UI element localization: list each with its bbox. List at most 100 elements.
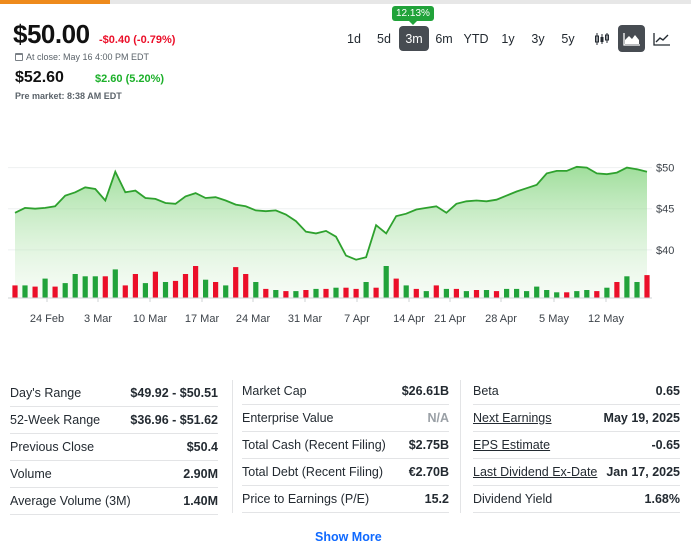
volume-bar	[634, 282, 640, 298]
stat-label: Total Debt (Recent Filing)	[242, 465, 384, 479]
volume-bar	[203, 279, 209, 298]
stat-row-total-debt-recent-filing: Total Debt (Recent Filing) €2.70B	[242, 459, 449, 486]
stat-label[interactable]: EPS Estimate	[473, 438, 550, 452]
range-button-3m[interactable]: 3m	[399, 26, 429, 51]
volume-bar	[373, 287, 379, 298]
close-info-text: At close: May 16 4:00 PM EDT	[26, 52, 150, 62]
volume-bar	[604, 287, 610, 298]
stat-label: Dividend Yield	[473, 492, 553, 506]
volume-bar	[162, 282, 169, 298]
stat-value: -0.65	[651, 438, 681, 452]
volume-bar	[433, 285, 439, 298]
stat-value: May 19, 2025	[603, 411, 680, 425]
volume-bar	[92, 276, 98, 298]
stat-label: 52-Week Range	[10, 413, 101, 427]
stat-label[interactable]: Next Earnings	[473, 411, 552, 425]
stat-value: 2.90M	[183, 467, 218, 481]
stat-label: Average Volume (3M)	[10, 494, 131, 508]
volume-bar	[554, 292, 560, 298]
stat-label[interactable]: Last Dividend Ex-Date	[473, 465, 597, 479]
volume-bar	[293, 291, 299, 298]
volume-bar	[273, 290, 279, 298]
stat-row-market-cap: Market Cap $26.61B	[242, 378, 449, 405]
mountain-chart-button[interactable]	[618, 25, 645, 52]
show-more-button[interactable]: Show More	[315, 530, 382, 544]
volume-bar	[524, 291, 530, 298]
range-selector: 1d 5d 3m 6m YTD 1y 3y 5y	[339, 25, 583, 52]
range-button-1y[interactable]: 1y	[493, 26, 523, 51]
price-chart[interactable]: 24 Feb 3 Mar 10 Mar 17 Mar 24 Mar 31 Mar 7 Apr…	[0, 108, 691, 333]
top-accent-bar	[0, 0, 110, 4]
range-button-6m[interactable]: 6m	[429, 26, 459, 51]
premarket-price: $52.60	[15, 69, 64, 86]
volume-bar	[383, 266, 389, 298]
x-tick-label: 3 Mar	[84, 313, 112, 325]
range-button-3y[interactable]: 3y	[523, 26, 553, 51]
volume-bar	[493, 291, 500, 298]
x-tick-label: 24 Mar	[236, 313, 271, 325]
x-tick-label: 17 Mar	[185, 313, 220, 325]
range-button-1d[interactable]: 1d	[339, 26, 369, 51]
stat-label: Price to Earnings (P/E)	[242, 492, 370, 506]
stat-label: Total Cash (Recent Filing)	[242, 438, 386, 452]
stat-row-enterprise-value: Enterprise Value N/A	[242, 405, 449, 432]
y-tick-label: $40	[656, 245, 674, 257]
volume-bar	[263, 288, 269, 298]
candlestick-chart-button[interactable]	[588, 25, 615, 52]
stat-row-next-earnings: Next Earnings May 19, 2025	[473, 405, 680, 432]
volume-bar	[644, 275, 650, 298]
current-price: $50.00	[13, 19, 90, 49]
volume-bar	[223, 285, 229, 298]
volume-bar	[102, 276, 108, 298]
volume-bar	[534, 286, 540, 298]
calendar-icon	[15, 53, 23, 61]
volume-bar	[112, 269, 118, 298]
stat-label: Beta	[473, 384, 499, 398]
stat-row-52-week-range: 52-Week Range $36.96 - $51.62	[10, 407, 218, 434]
volume-bar	[52, 286, 58, 298]
stat-row-eps-estimate: EPS Estimate -0.65	[473, 432, 680, 459]
volume-bar	[514, 288, 520, 298]
volume-bar	[544, 290, 550, 298]
x-tick-label: 12 May	[588, 313, 625, 325]
volume-bar	[564, 292, 570, 298]
line-chart-button[interactable]	[648, 25, 675, 52]
stat-value: 1.68%	[644, 492, 680, 506]
stat-value: 15.2	[424, 492, 449, 506]
premarket-info: Pre market: 8:38 AM EDT	[15, 91, 122, 101]
x-tick-label: 14 Apr	[393, 313, 425, 325]
range-button-5y[interactable]: 5y	[553, 26, 583, 51]
volume-bar	[584, 290, 590, 298]
volume-bar	[22, 285, 28, 298]
stat-value: $49.92 - $50.51	[130, 386, 218, 400]
stat-value: 1.40M	[183, 494, 218, 508]
volume-bar	[403, 285, 409, 298]
column-divider	[460, 380, 461, 513]
x-tick-label: 5 May	[539, 313, 569, 325]
stat-value: $36.96 - $51.62	[130, 413, 218, 427]
x-tick-label: 21 Apr	[434, 313, 466, 325]
stat-row-total-cash-recent-filing: Total Cash (Recent Filing) $2.75B	[242, 432, 449, 459]
volume-bar	[363, 282, 369, 298]
volume-bar	[313, 288, 319, 298]
volume-bar	[413, 288, 419, 298]
volume-bar	[594, 291, 600, 298]
range-button-ytd[interactable]: YTD	[459, 26, 493, 51]
volume-bar	[122, 285, 128, 298]
x-tick-label: 10 Mar	[133, 313, 168, 325]
volume-bar	[253, 282, 259, 298]
range-button-5d[interactable]: 5d	[369, 26, 399, 51]
volume-bar	[483, 290, 490, 298]
stat-value: $50.4	[186, 440, 218, 454]
volume-bar	[193, 266, 199, 298]
y-tick-label: $45	[656, 204, 674, 216]
volume-bar	[132, 274, 138, 298]
volume-bar	[283, 291, 289, 298]
line-icon	[652, 32, 670, 46]
stat-row-price-to-earnings-p-e: Price to Earnings (P/E) 15.2	[242, 486, 449, 513]
stat-row-day-s-range: Day's Range $49.92 - $50.51	[10, 380, 218, 407]
volume-bar	[213, 282, 219, 298]
volume-bar	[624, 276, 630, 298]
x-tick-label: 24 Feb	[30, 313, 64, 325]
stat-row-previous-close: Previous Close $50.4	[10, 434, 218, 461]
